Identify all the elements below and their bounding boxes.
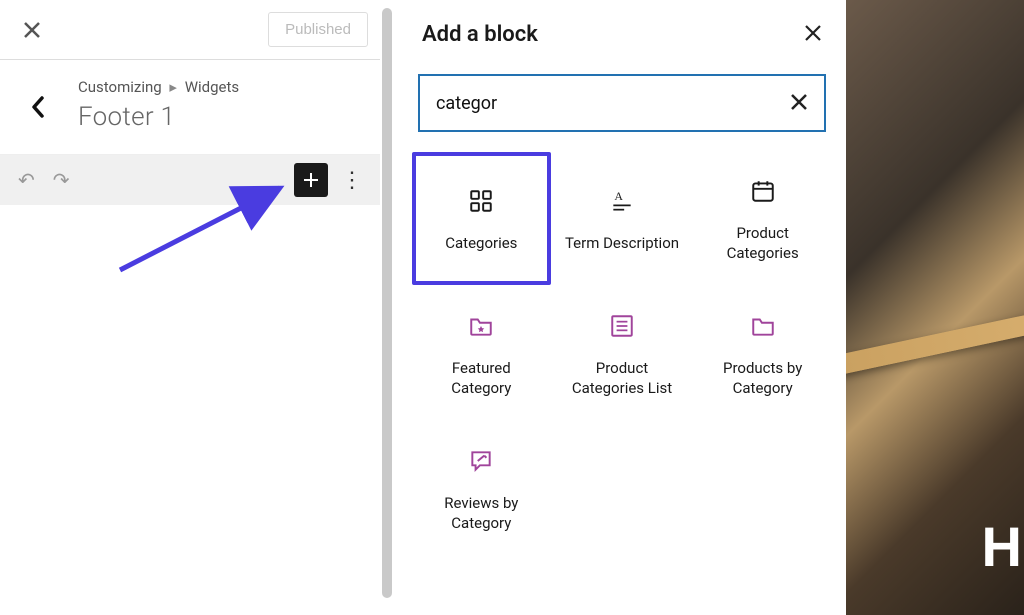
block-item-term-description[interactable]: A Term Description bbox=[557, 156, 688, 281]
inserter-title: Add a block bbox=[422, 22, 538, 47]
folder-icon bbox=[750, 313, 776, 339]
search-field-wrap bbox=[418, 74, 826, 132]
block-label: Product Categories List bbox=[563, 359, 682, 398]
breadcrumb: Customizing ▸ Widgets bbox=[78, 78, 360, 96]
list-icon bbox=[609, 313, 635, 339]
clear-search-icon[interactable] bbox=[790, 89, 808, 117]
calendar-icon bbox=[750, 178, 776, 204]
add-block-button[interactable] bbox=[294, 163, 328, 197]
search-input[interactable] bbox=[436, 93, 790, 114]
redo-icon[interactable]: ↷ bbox=[53, 168, 70, 192]
block-label: Reviews by Category bbox=[422, 494, 541, 533]
term-icon: A bbox=[609, 188, 635, 214]
close-icon[interactable] bbox=[12, 10, 52, 50]
customizer-panel: Published Customizing ▸ Widgets Footer 1… bbox=[0, 0, 380, 615]
block-label: Term Description bbox=[565, 234, 679, 254]
widget-toolbar: ↶ ↷ ⋮ bbox=[0, 155, 380, 205]
block-item-featured-category[interactable]: Featured Category bbox=[416, 291, 547, 416]
back-button[interactable] bbox=[18, 87, 58, 127]
block-label: Products by Category bbox=[703, 359, 822, 398]
chevron-right-icon: ▸ bbox=[169, 78, 177, 96]
close-icon[interactable] bbox=[804, 20, 822, 48]
block-inserter-panel: Add a block Categories A Term Description P… bbox=[398, 0, 846, 615]
block-item-products-by-category[interactable]: Products by Category bbox=[697, 291, 828, 416]
inserter-header: Add a block bbox=[398, 0, 846, 62]
breadcrumb-current: Widgets bbox=[185, 78, 239, 96]
background-overlay-letter: H bbox=[982, 514, 1022, 579]
history-controls: ↶ ↷ bbox=[18, 168, 70, 192]
breadcrumb-prefix: Customizing bbox=[78, 78, 162, 96]
block-label: Categories bbox=[445, 234, 517, 254]
breadcrumb-area: Customizing ▸ Widgets Footer 1 bbox=[0, 60, 380, 155]
section-title: Footer 1 bbox=[78, 102, 360, 132]
folder-star-icon bbox=[468, 313, 494, 339]
block-item-product-categories-list[interactable]: Product Categories List bbox=[557, 291, 688, 416]
block-item-reviews-by-category[interactable]: Reviews by Category bbox=[416, 426, 547, 551]
top-bar: Published bbox=[0, 0, 380, 60]
review-icon bbox=[468, 448, 494, 474]
block-item-categories[interactable]: Categories bbox=[412, 152, 551, 285]
block-label: Featured Category bbox=[422, 359, 541, 398]
background-preview: H bbox=[846, 0, 1024, 615]
block-item-product-categories[interactable]: Product Categories bbox=[697, 156, 828, 281]
toolbar-right: ⋮ bbox=[294, 163, 362, 197]
block-label: Product Categories bbox=[703, 224, 822, 263]
grid-icon bbox=[468, 188, 494, 214]
blocks-grid: Categories A Term Description Product Categ… bbox=[398, 156, 846, 551]
scrollbar[interactable] bbox=[382, 8, 392, 598]
svg-text:A: A bbox=[614, 189, 623, 203]
more-options-icon[interactable]: ⋮ bbox=[342, 168, 362, 193]
published-button[interactable]: Published bbox=[268, 12, 368, 47]
undo-icon[interactable]: ↶ bbox=[18, 168, 35, 192]
